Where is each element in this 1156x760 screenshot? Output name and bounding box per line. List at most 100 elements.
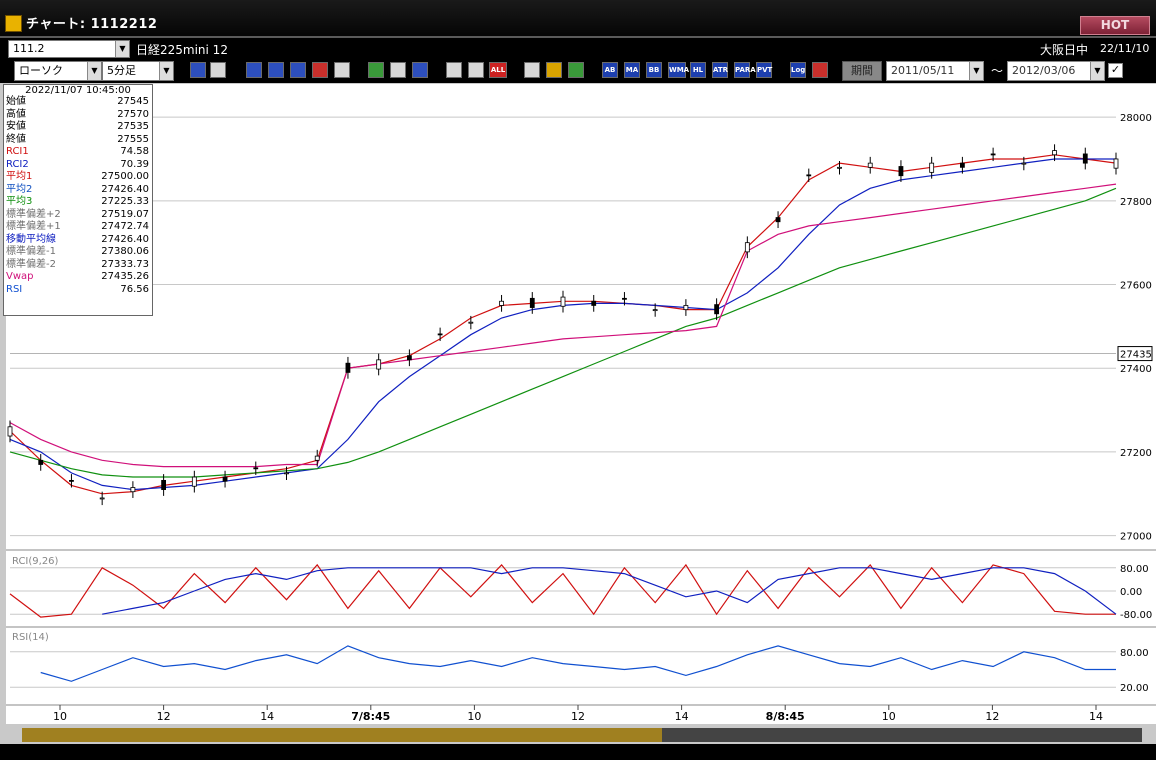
- info-value: 27519.07: [101, 208, 149, 220]
- info-label: Vwap: [6, 271, 34, 282]
- candle-body: [837, 166, 842, 169]
- bb-indicator-button[interactable]: BB: [646, 62, 662, 78]
- calendar-icon[interactable]: ▼: [1090, 62, 1104, 80]
- chart-view-icon[interactable]: [290, 62, 306, 78]
- info-label: 移動平均線: [6, 233, 56, 245]
- para-indicator-button[interactable]: PARA: [734, 62, 756, 78]
- chart-type-value: ローソク: [19, 64, 63, 77]
- symbol-code-value: 111.2: [13, 42, 45, 55]
- pvt-indicator-button[interactable]: PVT: [756, 62, 772, 78]
- info-row: 平均2 27426.40: [4, 184, 152, 197]
- x-tick-label: 12: [571, 710, 585, 723]
- info-label: 標準偏差+1: [6, 221, 61, 232]
- info-row: 高値 27570: [4, 109, 152, 122]
- session-date: 22/11/10: [1100, 42, 1150, 55]
- chevron-down-icon[interactable]: ▼: [115, 41, 129, 57]
- interval-select[interactable]: 5分足 ▼: [102, 61, 174, 81]
- chart-window: チャート: 1112212 HOT 111.2 ▼ 日経225mini 12 大阪…: [0, 0, 1156, 760]
- info-label: 標準偏差+2: [6, 208, 61, 220]
- info-label: 標準偏差-2: [6, 258, 56, 270]
- alert-icon[interactable]: [334, 62, 350, 78]
- candle-body: [898, 166, 904, 177]
- ohlc-info-panel: 2022/11/07 10:45:00 始値 27545 高値 27570 安値 2753…: [3, 84, 153, 316]
- info-value: 70.39: [120, 158, 149, 170]
- info-row: 移動平均線 27426.40: [4, 234, 152, 247]
- candle-body: [622, 297, 627, 300]
- search-icon[interactable]: [268, 62, 284, 78]
- info-label: 高値: [6, 108, 26, 120]
- info-row: 標準偏差-1 27380.06: [4, 246, 152, 259]
- period-button[interactable]: 期間: [842, 61, 882, 81]
- chevron-down-icon[interactable]: ▼: [87, 62, 101, 80]
- candle-left-icon[interactable]: [446, 62, 462, 78]
- rci-pane-title: RCI(9,26): [12, 556, 59, 567]
- tool-icon[interactable]: [546, 62, 562, 78]
- candle-right-icon[interactable]: [468, 62, 484, 78]
- info-value: 27500.00: [101, 171, 149, 182]
- info-row: 標準偏差-2 27333.73: [4, 259, 152, 272]
- info-row: 安値 27535: [4, 121, 152, 134]
- symbol-code-select[interactable]: 111.2 ▼: [8, 40, 130, 58]
- info-value: 27555: [117, 133, 149, 145]
- calendar-icon[interactable]: ▼: [969, 62, 983, 80]
- chart-type-select[interactable]: ローソク ▼: [14, 61, 102, 81]
- undo-icon[interactable]: [412, 62, 428, 78]
- candle-body: [253, 467, 259, 470]
- candle-body: [437, 333, 443, 336]
- candle-body: [744, 242, 750, 253]
- info-label: RSI: [6, 283, 23, 295]
- export-icon[interactable]: [812, 62, 828, 78]
- info-value: 74.58: [120, 146, 149, 157]
- info-value: 27435.26: [101, 271, 149, 282]
- log-scale-button[interactable]: Log: [790, 62, 806, 78]
- info-row: 平均3 27225.33: [4, 196, 152, 209]
- rsi-pane-title: RSI(14): [12, 632, 49, 643]
- info-label: RCI1: [6, 146, 29, 157]
- ma-indicator-button[interactable]: MA: [624, 62, 640, 78]
- info-row: 始値 27545: [4, 96, 152, 109]
- pencil-icon[interactable]: [368, 62, 384, 78]
- start-date-value: 2011/05/11: [891, 64, 955, 77]
- crosshair-icon[interactable]: [210, 62, 226, 78]
- candle-body: [161, 479, 167, 490]
- candle-body: [99, 497, 105, 500]
- info-row: Vwap 27435.26: [4, 271, 152, 284]
- show-all-button[interactable]: ALL: [489, 62, 507, 78]
- cursor-icon[interactable]: [390, 62, 406, 78]
- info-value: 27426.40: [101, 233, 149, 245]
- chart-area[interactable]: 28000278002760027400272002700027435 80.0…: [6, 84, 1156, 724]
- candle-body: [1021, 162, 1027, 165]
- chevron-down-icon[interactable]: ▼: [159, 62, 173, 80]
- info-value: 27333.73: [101, 258, 149, 270]
- hl-indicator-button[interactable]: HL: [690, 62, 706, 78]
- horizontal-scrollbar-thumb[interactable]: [22, 728, 662, 742]
- atr-indicator-button[interactable]: ATR: [712, 62, 728, 78]
- hot-button[interactable]: HOT: [1080, 16, 1150, 35]
- ab-indicator-button[interactable]: AB: [602, 62, 618, 78]
- candle-body: [69, 479, 74, 482]
- end-date-field[interactable]: 2012/03/06 ▼: [1007, 61, 1105, 81]
- info-value: 76.56: [120, 283, 149, 295]
- info-label: 平均1: [6, 171, 33, 182]
- session-label: 大阪日中: [1040, 43, 1089, 57]
- x-tick-label: 10: [467, 710, 481, 723]
- x-tick-label: 14: [675, 710, 689, 723]
- download-icon[interactable]: [246, 62, 262, 78]
- wma-indicator-button[interactable]: WMA: [668, 62, 689, 78]
- color-palette-icon[interactable]: [568, 62, 584, 78]
- candle-body: [806, 174, 812, 177]
- info-row: RCI1 74.58: [4, 146, 152, 159]
- info-datetime: 2022/11/07 10:45:00: [25, 85, 131, 96]
- candle-body: [775, 217, 781, 223]
- info-value: 27225.33: [101, 196, 149, 207]
- candle-body: [345, 362, 351, 373]
- start-date-field[interactable]: 2011/05/11 ▼: [886, 61, 984, 81]
- candle-body: [683, 305, 689, 311]
- period-checkbox[interactable]: ✓: [1108, 63, 1123, 78]
- candle-body: [560, 296, 566, 307]
- x-tick-label: 14: [1089, 710, 1103, 723]
- zoom-icon[interactable]: [190, 62, 206, 78]
- info-value: 27570: [117, 108, 149, 120]
- settings-icon[interactable]: [524, 62, 540, 78]
- trade-icon[interactable]: [312, 62, 328, 78]
